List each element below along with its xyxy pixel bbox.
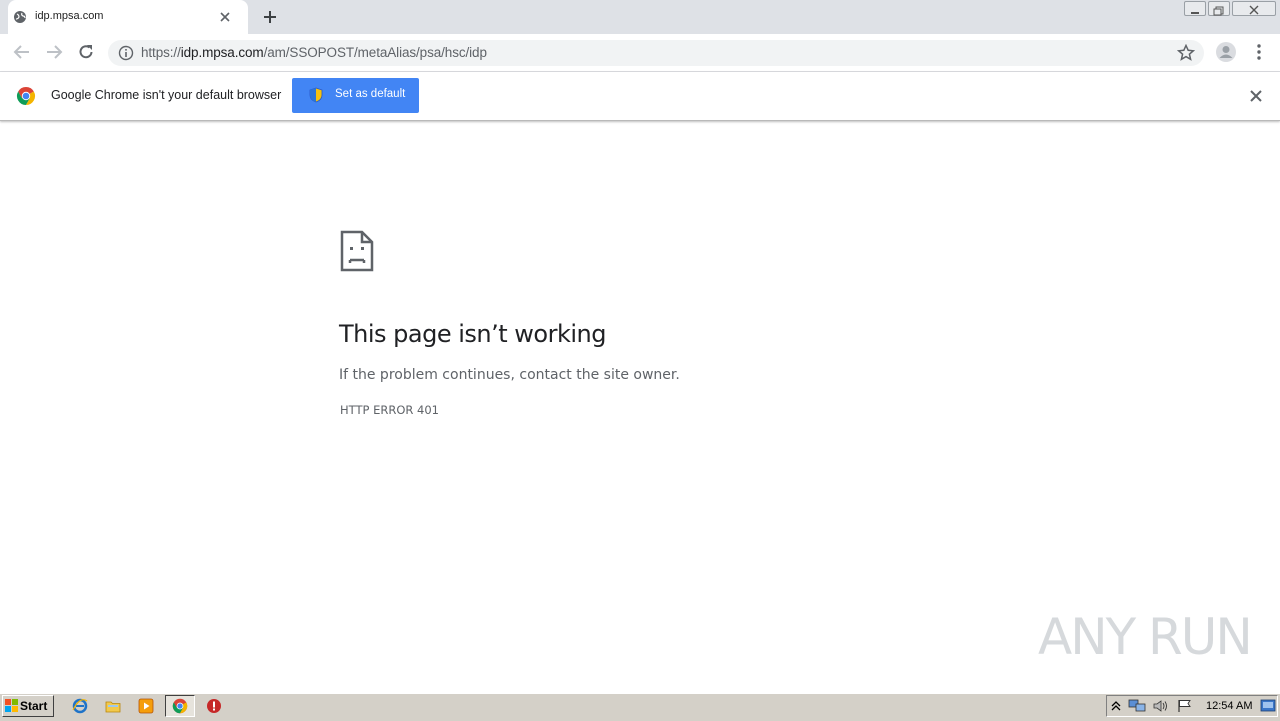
tab-title: idp.mpsa.com bbox=[35, 10, 104, 22]
star-icon[interactable] bbox=[1177, 44, 1195, 61]
globe-icon bbox=[14, 11, 26, 23]
error-title: This page isn’t working bbox=[339, 320, 606, 348]
stop-icon[interactable] bbox=[206, 698, 222, 714]
sad-page-icon bbox=[340, 230, 374, 272]
start-label: Start bbox=[20, 699, 48, 713]
arrow-right-icon[interactable] bbox=[45, 44, 63, 60]
arrow-left-icon[interactable] bbox=[13, 44, 31, 60]
network-icon[interactable] bbox=[1128, 699, 1146, 713]
shield-icon bbox=[309, 87, 323, 103]
show-desktop-icon[interactable] bbox=[1260, 699, 1276, 713]
watermark-logo: ANY RUN bbox=[1038, 608, 1253, 666]
info-icon[interactable] bbox=[118, 45, 134, 61]
new-tab-icon[interactable] bbox=[262, 9, 278, 25]
url-host: idp.mpsa.com bbox=[180, 45, 264, 60]
folder-icon[interactable] bbox=[105, 698, 121, 714]
chrome-logo-icon bbox=[172, 698, 188, 714]
error-message: If the problem continues, contact the si… bbox=[339, 367, 680, 383]
close-icon[interactable] bbox=[217, 9, 233, 25]
chrome-logo-icon bbox=[16, 87, 36, 105]
url-text[interactable]: https://idp.mpsa.com/am/SSOPOST/metaAlia… bbox=[141, 45, 487, 60]
window-close-button[interactable] bbox=[1232, 1, 1276, 16]
reload-icon[interactable] bbox=[77, 43, 95, 61]
minimize-button[interactable] bbox=[1184, 1, 1206, 16]
close-icon[interactable] bbox=[1248, 88, 1264, 104]
avatar-icon[interactable] bbox=[1215, 41, 1237, 63]
url-path: /am/SSOPOST/metaAlias/psa/hsc/idp bbox=[263, 45, 487, 60]
restore-button[interactable] bbox=[1208, 1, 1230, 16]
restore-icon bbox=[1213, 6, 1224, 16]
error-code: HTTP ERROR 401 bbox=[340, 403, 439, 417]
volume-icon[interactable] bbox=[1152, 699, 1170, 713]
internet-explorer-icon[interactable] bbox=[72, 698, 88, 714]
clock[interactable]: 12:54 AM bbox=[1206, 700, 1252, 712]
set-as-default-label: Set as default bbox=[335, 88, 406, 100]
media-player-icon[interactable] bbox=[138, 698, 154, 714]
chevron-up-icon[interactable] bbox=[1110, 700, 1122, 712]
close-window-icon bbox=[1249, 5, 1259, 15]
minimize-icon bbox=[1191, 12, 1199, 14]
flag-icon[interactable] bbox=[1177, 699, 1193, 713]
windows-logo-icon bbox=[5, 699, 18, 712]
infobar-message: Google Chrome isn't your default browser bbox=[51, 88, 282, 102]
kebab-menu-icon[interactable] bbox=[1251, 43, 1267, 61]
url-scheme: https:// bbox=[141, 45, 181, 60]
